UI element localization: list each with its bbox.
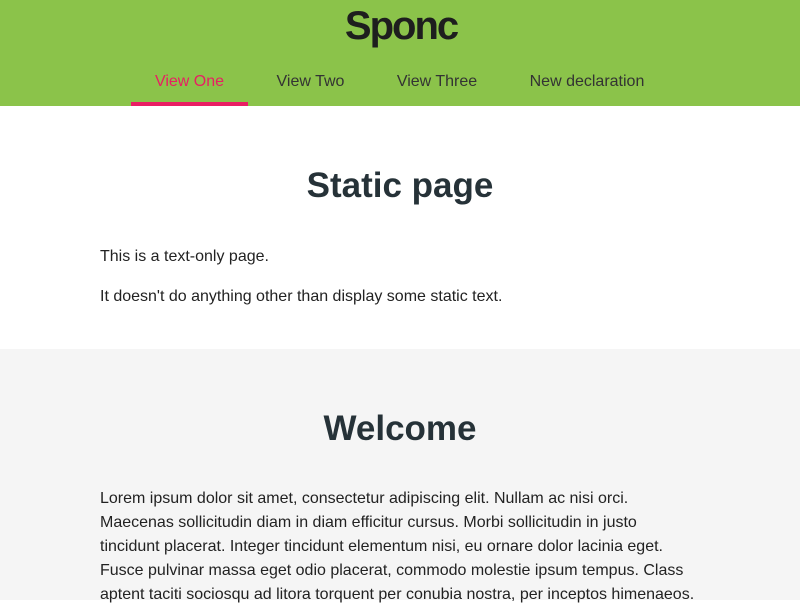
logo-text: Sponc (344, 4, 459, 48)
static-page-title: Static page (306, 166, 494, 205)
welcome-title: Welcome (323, 409, 477, 448)
tab-view-one[interactable]: View One (131, 62, 248, 106)
tab-view-two[interactable]: View Two (250, 62, 371, 106)
welcome-body: Lorem ipsum dolor sit amet, consectetur … (100, 490, 695, 603)
static-paragraph-2: It doesn't do anything other than displa… (100, 288, 503, 305)
app-header: Sponc View One View Two View Three New d… (0, 0, 800, 106)
main-nav: View One View Two View Three New declara… (0, 62, 800, 106)
static-page-section: Static page This is a text-only page. It… (0, 106, 800, 349)
brand-logo[interactable]: Sponc (345, 4, 459, 48)
tab-view-three[interactable]: View Three (373, 62, 501, 106)
static-paragraph-1: This is a text-only page. (100, 248, 269, 265)
welcome-section: Welcome Lorem ipsum dolor sit amet, cons… (0, 349, 800, 603)
tab-new-declaration[interactable]: New declaration (503, 62, 671, 106)
